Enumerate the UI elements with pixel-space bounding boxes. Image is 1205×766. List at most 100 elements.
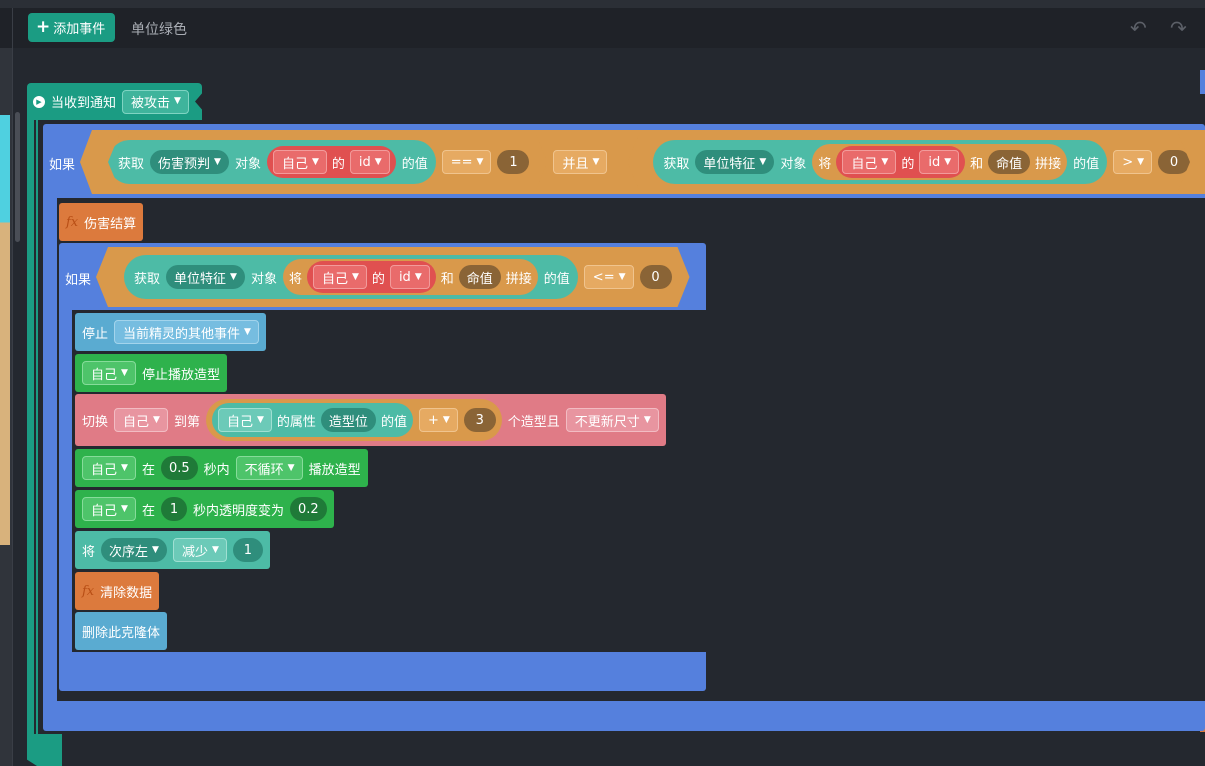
- value-input[interactable]: 1: [232, 538, 263, 562]
- suffix-label: 个造型且: [507, 414, 560, 430]
- and-dropdown[interactable]: 并且 ▼: [553, 150, 607, 174]
- in-label: 在: [141, 462, 155, 478]
- value-label: 的值: [1073, 156, 1100, 172]
- self-dropdown[interactable]: 自己 ▼: [313, 265, 367, 289]
- object-label: 对象: [234, 156, 261, 172]
- get-property-reporter[interactable]: 获取 单位特征 ▼ 对象 将 自己 ▼ 的 id ▼ 和 命值 拼接 的值: [653, 140, 1107, 184]
- number-input[interactable]: 3: [463, 408, 496, 432]
- self-dropdown[interactable]: 自己 ▼: [82, 456, 136, 480]
- attribute-name[interactable]: 造型位: [320, 408, 376, 432]
- value-label: 的值: [543, 271, 570, 287]
- function-label: 伤害结算: [84, 216, 137, 232]
- number-input[interactable]: 1: [497, 150, 529, 174]
- string-input[interactable]: 命值: [459, 265, 501, 289]
- change-op-dropdown[interactable]: 减少 ▼: [172, 538, 227, 562]
- transparency-input[interactable]: 0.2: [289, 497, 327, 521]
- field-dropdown[interactable]: id ▼: [350, 150, 390, 174]
- plus-icon: +: [36, 17, 51, 37]
- self-dropdown[interactable]: 自己 ▼: [217, 408, 272, 432]
- in-label: 在: [141, 503, 155, 519]
- self-dropdown[interactable]: 自己 ▼: [842, 150, 896, 174]
- play-circle-icon: ▶: [33, 95, 45, 108]
- property-dropdown[interactable]: 伤害预判 ▼: [150, 150, 229, 174]
- operator-dropdown[interactable]: + ▼: [418, 408, 458, 432]
- object-reporter[interactable]: 自己 ▼ 的 id ▼: [267, 146, 396, 178]
- property-dropdown[interactable]: 单位特征 ▼: [695, 150, 774, 174]
- left-panel-preview: [0, 115, 10, 545]
- change-variable-block[interactable]: 将 次序左 ▼ 减少 ▼ 1: [75, 531, 270, 569]
- compare-condition-3[interactable]: 获取 单位特征 ▼ 对象 将 自己 ▼ 的 id ▼ 和 命值 拼接 的值 <= ▼ 0: [96, 247, 690, 307]
- compare-condition-1[interactable]: 获取 伤害预判 ▼ 对象 自己 ▼ 的 id ▼ 的值 == ▼ 1: [108, 133, 547, 191]
- number-input[interactable]: 0: [640, 265, 672, 289]
- concat-prefix: 将: [818, 156, 832, 172]
- category-marker: [1200, 70, 1205, 94]
- self-dropdown[interactable]: 自己 ▼: [114, 408, 168, 432]
- message-dropdown[interactable]: 被攻击 ▼: [122, 89, 189, 114]
- seconds-label: 秒内: [203, 462, 230, 478]
- undo-icon[interactable]: ↶: [1130, 16, 1147, 40]
- value-label: 的值: [401, 156, 428, 172]
- add-event-button[interactable]: + 添加事件: [28, 13, 116, 42]
- self-dropdown[interactable]: 自己 ▼: [82, 497, 136, 521]
- set-transparency-block[interactable]: 自己 ▼ 在 1 秒内透明度变为 0.2: [75, 490, 334, 528]
- change-label: 将: [82, 544, 96, 560]
- get-label: 获取: [134, 271, 161, 287]
- add-reporter[interactable]: 自己 ▼ 的属性 造型位 的值 + ▼ 3: [205, 399, 502, 441]
- function-call-clear-data-block[interactable]: fx 清除数据: [75, 572, 160, 610]
- and-label: 和: [440, 271, 454, 287]
- if-label: 如果: [49, 158, 76, 173]
- resize-mode-dropdown[interactable]: 不更新尺寸 ▼: [565, 408, 659, 432]
- concat-reporter[interactable]: 将 自己 ▼ 的 id ▼ 和 命值 拼接: [283, 259, 538, 295]
- fx-icon: fx: [82, 583, 95, 599]
- seconds-input[interactable]: 0.5: [160, 456, 198, 480]
- function-call-damage-block[interactable]: fx 伤害结算: [59, 203, 144, 241]
- object-label: 对象: [780, 156, 807, 172]
- and-condition[interactable]: 获取 伤害预判 ▼ 对象 自己 ▼ 的 id ▼ 的值 == ▼ 1 并且 ▼ 获取 单位…: [80, 130, 1205, 194]
- self-dropdown[interactable]: 自己 ▼: [273, 150, 327, 174]
- event-label: 当收到通知: [51, 96, 117, 111]
- to-label: 到第: [173, 414, 200, 430]
- compare-condition-2[interactable]: 获取 单位特征 ▼ 对象 将 自己 ▼ 的 id ▼ 和 命值 拼接 的值 > ▼ 0: [627, 133, 1190, 191]
- property-dropdown[interactable]: 单位特征 ▼: [166, 265, 245, 289]
- tab-label[interactable]: 单位绿色: [131, 19, 187, 39]
- get-label: 获取: [663, 156, 690, 172]
- vertical-scrollbar[interactable]: [15, 112, 20, 242]
- stop-animation-block[interactable]: 自己 ▼ 停止播放造型: [75, 354, 227, 392]
- event-frame-inner-line: [36, 118, 38, 738]
- concat-reporter[interactable]: 将 自己 ▼ 的 id ▼ 和 命值 拼接: [812, 144, 1067, 180]
- self-dropdown[interactable]: 自己 ▼: [82, 361, 136, 385]
- operator-dropdown[interactable]: == ▼: [442, 150, 492, 174]
- variable-dropdown[interactable]: 次序左 ▼: [101, 538, 167, 562]
- add-event-label: 添加事件: [53, 22, 106, 37]
- of-label: 的: [331, 156, 345, 172]
- attribute-reporter[interactable]: 自己 ▼ 的属性 造型位 的值: [211, 403, 413, 437]
- switch-costume-block[interactable]: 切换 自己 ▼ 到第 自己 ▼ 的属性 造型位 的值 + ▼ 3 个造型且 不更新尺寸…: [75, 394, 666, 446]
- concat-prefix: 将: [288, 271, 302, 287]
- play-animation-label: 播放造型: [308, 462, 361, 478]
- redo-icon[interactable]: ↷: [1170, 16, 1187, 40]
- concat-label: 拼接: [1035, 156, 1062, 172]
- operator-dropdown[interactable]: <= ▼: [584, 265, 634, 289]
- stop-animation-label: 停止播放造型: [141, 367, 220, 383]
- delete-clone-block[interactable]: 删除此克隆体: [75, 612, 168, 650]
- function-label: 清除数据: [100, 585, 153, 601]
- operator-dropdown[interactable]: > ▼: [1113, 150, 1152, 174]
- stop-target-dropdown[interactable]: 当前精灵的其他事件 ▼: [114, 320, 259, 344]
- event-frame-left: [27, 118, 34, 738]
- play-animation-block[interactable]: 自己 ▼ 在 0.5 秒内 不循环 ▼ 播放造型: [75, 449, 368, 487]
- object-reporter[interactable]: 自己 ▼ 的 id ▼: [307, 261, 436, 293]
- loop-dropdown[interactable]: 不循环 ▼: [235, 456, 303, 480]
- string-input[interactable]: 命值: [988, 150, 1030, 174]
- field-dropdown[interactable]: id ▼: [919, 150, 959, 174]
- delete-clone-label: 删除此克隆体: [82, 625, 161, 641]
- stop-block[interactable]: 停止 当前精灵的其他事件 ▼: [75, 313, 266, 351]
- get-property-reporter[interactable]: 获取 单位特征 ▼ 对象 将 自己 ▼ 的 id ▼ 和 命值 拼接 的值: [124, 255, 578, 299]
- event-when-notified-block[interactable]: ▶ 当收到通知 被攻击 ▼: [27, 83, 202, 120]
- get-property-reporter[interactable]: 获取 伤害预判 ▼ 对象 自己 ▼ 的 id ▼ 的值: [108, 140, 436, 184]
- object-reporter[interactable]: 自己 ▼ 的 id ▼: [836, 146, 965, 178]
- concat-label: 拼接: [505, 271, 532, 287]
- seconds-input[interactable]: 1: [160, 497, 187, 521]
- get-label: 获取: [118, 156, 145, 172]
- number-input[interactable]: 0: [1158, 150, 1190, 174]
- field-dropdown[interactable]: id ▼: [390, 265, 430, 289]
